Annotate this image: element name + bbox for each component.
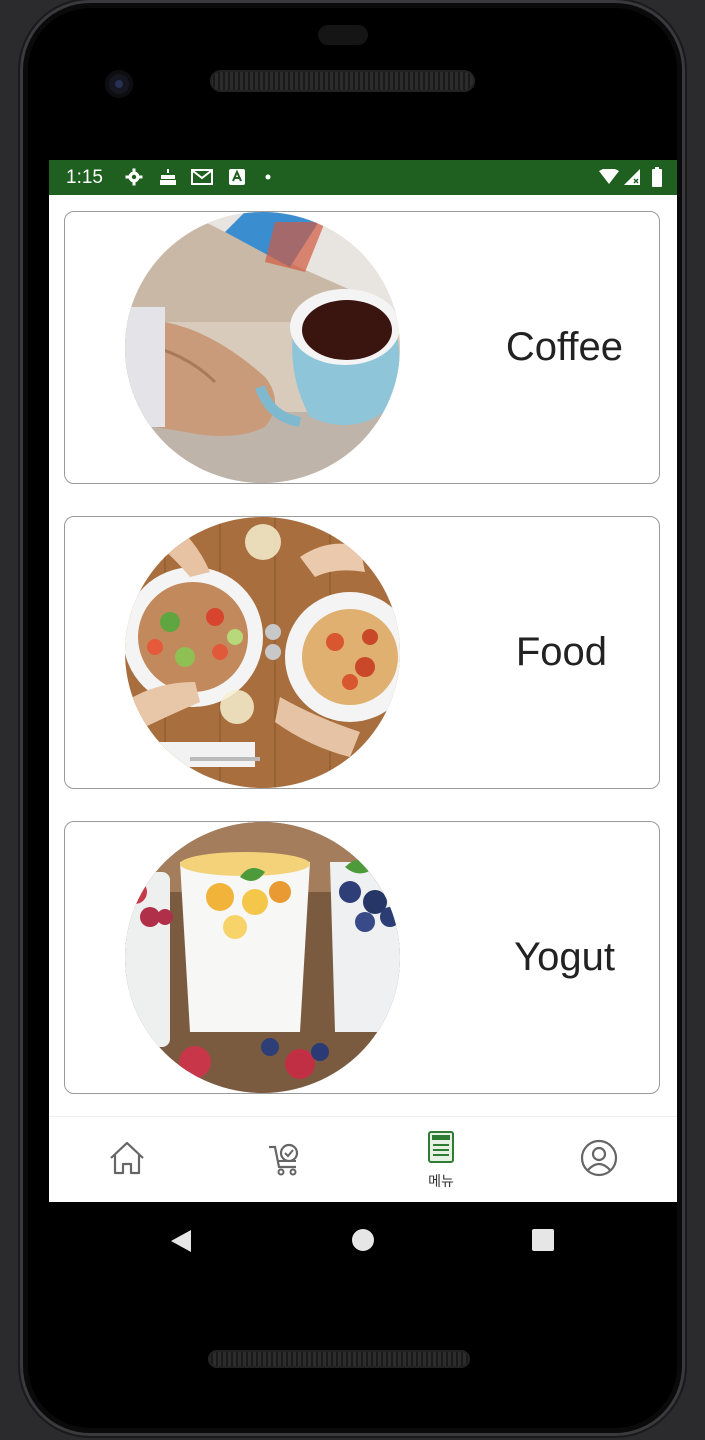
bottom-speaker: [208, 1350, 470, 1368]
nav-menu-label: 메뉴: [428, 1173, 454, 1190]
cake-icon: [159, 168, 177, 186]
earpiece-speaker: [210, 70, 475, 92]
recents-icon[interactable]: [531, 1228, 555, 1257]
home-icon: [108, 1140, 146, 1181]
menu-icon: [427, 1130, 455, 1169]
system-navigation-bar: [49, 1210, 677, 1270]
battery-icon: [651, 167, 663, 187]
nav-cart[interactable]: [255, 1117, 315, 1202]
home-circle-icon[interactable]: [351, 1228, 375, 1257]
category-card-food[interactable]: Food: [64, 516, 660, 789]
nav-profile[interactable]: [569, 1117, 629, 1202]
card-title: Food: [515, 630, 607, 674]
wifi-icon: [599, 168, 619, 186]
app-screen: 1:15 Coffee Food Yogut 메뉴: [49, 160, 677, 1202]
card-title: Coffee: [505, 325, 623, 369]
bottom-navigation: 메뉴: [49, 1116, 677, 1202]
coffee-image: [125, 212, 400, 483]
gear-icon: [125, 168, 143, 186]
profile-icon: [580, 1139, 618, 1182]
status-bar: 1:15: [49, 160, 677, 195]
status-time: 1:15: [66, 167, 103, 188]
back-icon[interactable]: [169, 1228, 193, 1259]
dot-icon: [265, 168, 271, 186]
nav-home[interactable]: [97, 1117, 157, 1202]
front-camera: [105, 70, 133, 98]
category-card-coffee[interactable]: Coffee: [64, 211, 660, 484]
cart-icon: [266, 1139, 304, 1182]
top-sensor: [318, 25, 368, 45]
card-title: Yogut: [514, 935, 615, 979]
food-image: [125, 517, 400, 788]
nav-menu[interactable]: 메뉴: [411, 1117, 471, 1202]
a-icon: [229, 168, 245, 186]
yogurt-image: [125, 822, 400, 1093]
signal-icon: [623, 168, 641, 186]
gmail-icon: [191, 168, 213, 186]
category-card-yogurt[interactable]: Yogut: [64, 821, 660, 1094]
